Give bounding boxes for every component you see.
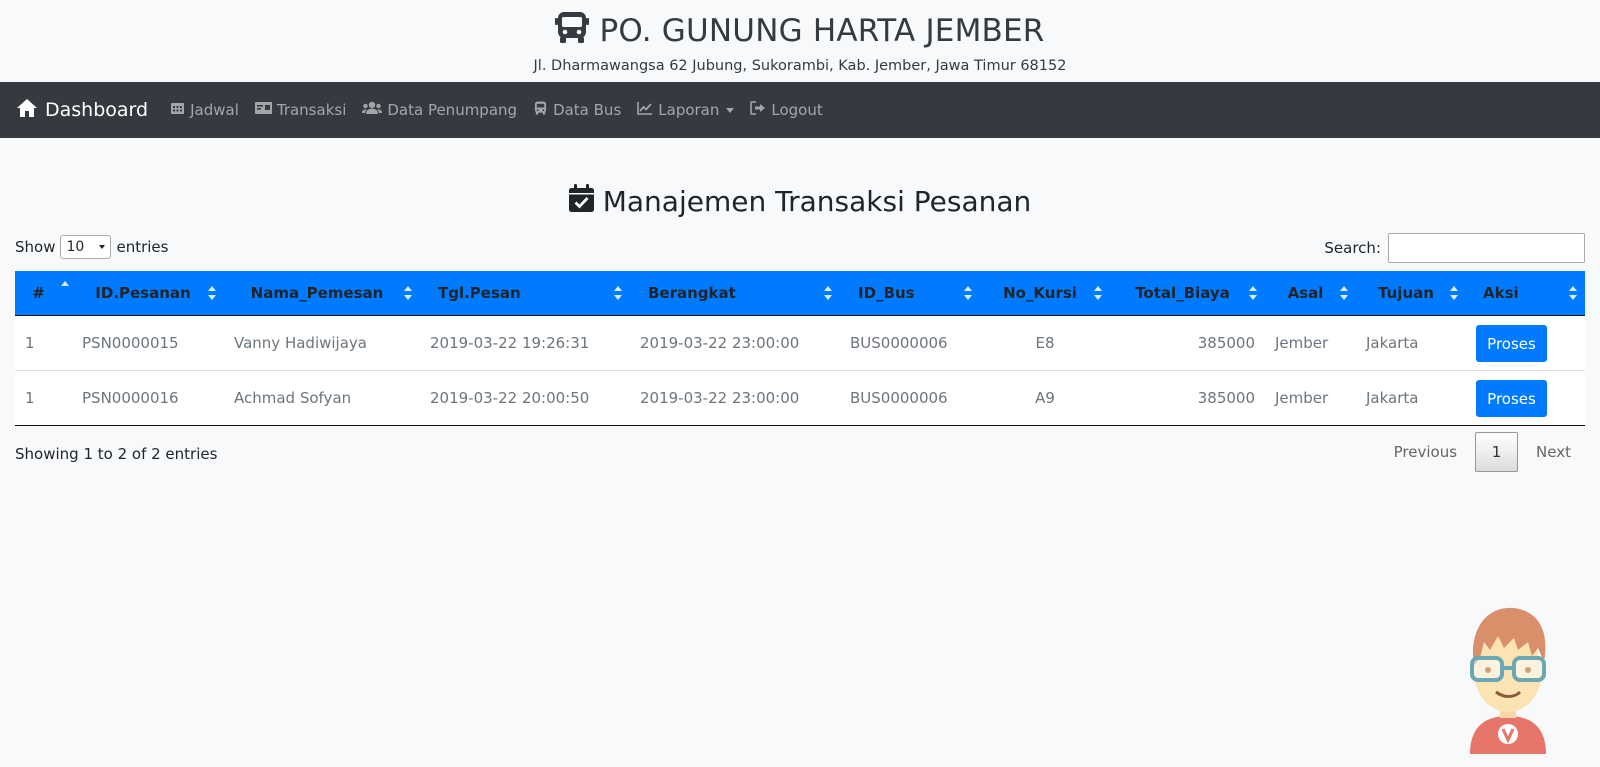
- nav-brand-label: Dashboard: [45, 99, 149, 121]
- nav-item-transaksi[interactable]: Transaksi: [254, 101, 347, 119]
- cell-asal: Jember: [1275, 333, 1329, 352]
- sort-icon: [824, 285, 832, 300]
- site-title: PO. GUNUNG HARTA JEMBER: [555, 10, 1044, 52]
- column-header-tujuan[interactable]: Tujuan: [1356, 271, 1466, 316]
- nav-item-label: Transaksi: [276, 101, 347, 119]
- site-title-text: PO. GUNUNG HARTA JEMBER: [599, 13, 1045, 49]
- sort-icon: [1340, 285, 1348, 300]
- nav-item-label: Laporan: [658, 101, 720, 119]
- calendar-check-icon: [568, 184, 594, 219]
- entries-label: entries: [116, 238, 169, 256]
- column-header-no-kursi[interactable]: No_Kursi: [980, 271, 1110, 316]
- cell-aksi: Proses: [1466, 369, 1585, 426]
- column-header-aksi[interactable]: Aksi: [1466, 271, 1585, 316]
- cell-total-biaya: 385000: [1197, 333, 1255, 352]
- nav-item-label: Data Penumpang: [387, 101, 518, 119]
- mascot-avatar-icon: [1458, 598, 1558, 754]
- column-header-total-biaya[interactable]: Total_Biaya: [1110, 271, 1265, 316]
- sort-icon: [1094, 285, 1102, 300]
- entries-length-control: Show 10 entries: [15, 235, 168, 259]
- column-header-id-bus[interactable]: ID_Bus: [840, 271, 980, 316]
- page-title-text: Manajemen Transaksi Pesanan: [602, 185, 1032, 218]
- select-arrow-icon: [99, 245, 106, 249]
- cell-no-kursi: E8: [1035, 333, 1055, 352]
- search-input[interactable]: [1388, 233, 1585, 263]
- sign-out-icon: [750, 101, 766, 119]
- table-info: Showing 1 to 2 of 2 entries: [15, 444, 218, 463]
- column-header-tgl-pesan[interactable]: Tgl.Pesan: [420, 271, 630, 316]
- home-icon: [16, 98, 38, 123]
- sort-icon: [1249, 285, 1257, 300]
- site-address: Jl. Dharmawangsa 62 Jubung, Sukorambi, K…: [533, 58, 1067, 74]
- main-content: Manajemen Transaksi Pesanan Show 10 entr…: [0, 184, 1600, 472]
- proses-button[interactable]: Proses: [1476, 325, 1547, 362]
- site-header: PO. GUNUNG HARTA JEMBER Jl. Dharmawangsa…: [0, 0, 1600, 82]
- main-navbar: Dashboard Jadwal Transaksi Data Penumpan…: [0, 82, 1600, 138]
- cell-id-pesanan: PSN0000016: [72, 369, 224, 426]
- nav-item-jadwal[interactable]: Jadwal: [170, 101, 239, 119]
- pagination-next[interactable]: Next: [1522, 432, 1585, 472]
- transactions-table: # ID.Pesanan Nama_Pemesan Tgl.Pesan Bera…: [15, 271, 1585, 426]
- users-icon: [362, 101, 383, 119]
- bus-icon: [533, 101, 548, 119]
- table-controls: Show 10 entries Search:: [15, 233, 1585, 263]
- table-row: 1 PSN0000015 Vanny Hadiwijaya 2019-03-22…: [15, 315, 1585, 370]
- entries-length-value: 10: [66, 239, 85, 255]
- nav-item-data-penumpang[interactable]: Data Penumpang: [362, 101, 517, 119]
- nav-item-label: Data Bus: [553, 101, 622, 119]
- column-header-asal[interactable]: Asal: [1265, 271, 1356, 316]
- calendar-icon: [170, 101, 185, 119]
- nav-item-data-bus[interactable]: Data Bus: [533, 101, 621, 119]
- cell-total-biaya: 385000: [1110, 369, 1265, 426]
- cell-berangkat: 2019-03-22 23:00:00: [640, 333, 800, 352]
- money-bill-icon: [254, 101, 272, 119]
- cell-tujuan: Jakarta: [1366, 333, 1419, 352]
- cell-tujuan: Jakarta: [1356, 369, 1466, 426]
- bus-icon: [555, 10, 590, 52]
- column-header-id-pesanan[interactable]: ID.Pesanan: [72, 271, 224, 316]
- nav-item-logout[interactable]: Logout: [750, 101, 823, 119]
- column-header-nama-pemesan[interactable]: Nama_Pemesan: [224, 271, 420, 316]
- cell-tgl-pesan: 2019-03-22 20:00:50: [420, 369, 630, 426]
- sort-icon: [208, 285, 216, 300]
- entries-length-select[interactable]: 10: [60, 235, 112, 259]
- cell-id-bus: BUS0000006: [850, 333, 948, 352]
- pagination-page-current[interactable]: 1: [1475, 431, 1519, 472]
- table-row: 1 PSN0000016 Achmad Sofyan 2019-03-22 20…: [15, 369, 1585, 426]
- cell-asal: Jember: [1265, 369, 1356, 426]
- cell-berangkat: 2019-03-22 23:00:00: [630, 369, 840, 426]
- nav-item-label: Logout: [771, 101, 823, 119]
- cell-id-pesanan: PSN0000015: [82, 333, 179, 352]
- cell-id-bus: BUS0000006: [840, 369, 980, 426]
- search-label: Search:: [1324, 239, 1381, 257]
- column-header-no[interactable]: #: [15, 271, 72, 316]
- sort-icon: [614, 285, 622, 300]
- column-header-berangkat[interactable]: Berangkat: [630, 271, 840, 316]
- cell-aksi: Proses: [1466, 315, 1585, 370]
- table-footer: Showing 1 to 2 of 2 entries Previous 1 N…: [15, 431, 1585, 472]
- cell-no: 1: [25, 333, 35, 352]
- caret-down-icon: [726, 107, 735, 113]
- cell-nama-pemesan: Achmad Sofyan: [224, 369, 420, 426]
- search-control: Search:: [1324, 233, 1585, 263]
- cell-no: 1: [15, 369, 72, 426]
- nav-item-laporan-dropdown[interactable]: Laporan: [637, 101, 735, 119]
- page-title: Manajemen Transaksi Pesanan: [15, 184, 1585, 219]
- cell-tgl-pesan: 2019-03-22 19:26:31: [430, 333, 590, 352]
- sort-icon: [1569, 285, 1577, 300]
- table-header-row: # ID.Pesanan Nama_Pemesan Tgl.Pesan Bera…: [15, 271, 1585, 316]
- sort-icon: [1450, 285, 1458, 300]
- chart-line-icon: [637, 101, 653, 119]
- pagination: Previous 1 Next: [1380, 431, 1585, 472]
- sort-icon: [964, 285, 972, 300]
- proses-button[interactable]: Proses: [1476, 380, 1547, 417]
- show-label: Show: [15, 238, 56, 256]
- pagination-previous[interactable]: Previous: [1380, 432, 1471, 472]
- nav-item-label: Jadwal: [190, 101, 239, 119]
- cell-no-kursi: A9: [980, 369, 1110, 426]
- sort-icon: [404, 285, 412, 300]
- cell-nama-pemesan: Vanny Hadiwijaya: [234, 333, 367, 352]
- nav-brand-dashboard[interactable]: Dashboard: [16, 98, 148, 123]
- sort-asc-icon: [61, 280, 69, 295]
